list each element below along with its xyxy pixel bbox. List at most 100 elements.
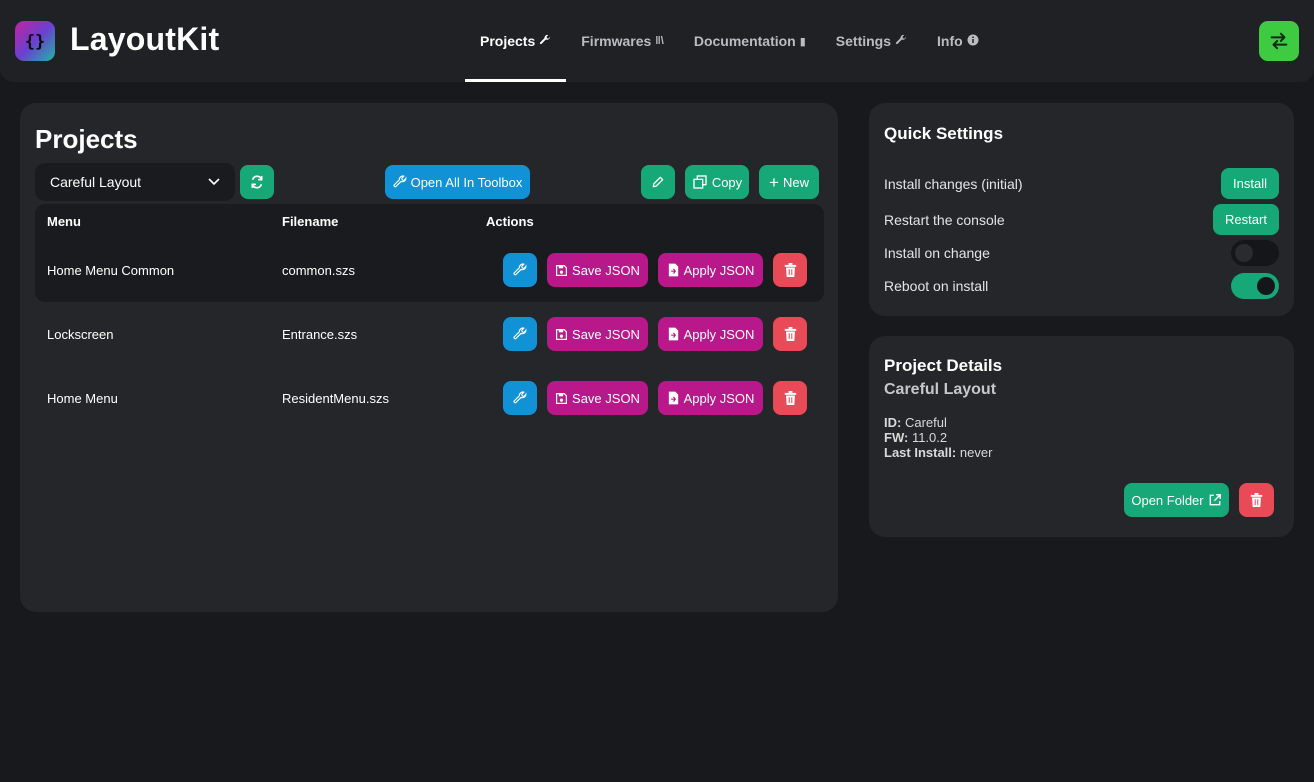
apply-json-button[interactable]: Apply JSON (658, 317, 763, 351)
quick-settings-panel: Quick Settings Install changes (initial)… (869, 103, 1294, 316)
project-id-key: ID: (884, 415, 902, 430)
row-filename: Entrance.szs (282, 326, 358, 342)
install-on-change-label: Install on change (884, 245, 990, 261)
nav-settings-label: Settings (835, 33, 892, 49)
install-button[interactable]: Install (1221, 168, 1279, 199)
wrench-icon (513, 391, 527, 404)
table-row: Home Menu ResidentMenu.szs Save JSON App… (35, 366, 824, 430)
external-link-icon (1209, 494, 1221, 506)
table-row: Lockscreen Entrance.szs Save JSON Apply … (35, 302, 824, 366)
project-id-line: ID: Careful (884, 415, 947, 430)
floppy-disk-icon (556, 392, 568, 404)
save-json-label: Save JSON (572, 262, 640, 278)
project-last-install-key: Last Install: (884, 445, 957, 460)
row-actions: Save JSON Apply JSON (503, 253, 807, 287)
file-import-icon (668, 263, 678, 277)
apply-json-label: Apply JSON (683, 390, 755, 406)
project-fw-value: 11.0.2 (911, 430, 948, 445)
trash-icon (784, 263, 796, 277)
pencil-icon (652, 176, 664, 188)
delete-layout-button[interactable] (773, 317, 807, 351)
restart-button-label: Restart (1225, 212, 1267, 227)
row-menu: Lockscreen (47, 326, 114, 342)
open-all-in-toolbox-button[interactable]: Open All In Toolbox (385, 165, 530, 199)
projects-title: Projects (35, 124, 138, 154)
wrench-icon (513, 263, 527, 276)
nav-documentation[interactable]: Documentation ▮ (679, 0, 821, 82)
delete-project-button[interactable] (1239, 483, 1274, 517)
apply-json-label: Apply JSON (683, 326, 755, 342)
nav-projects-label: Projects (480, 33, 536, 49)
refresh-button[interactable] (240, 165, 274, 199)
file-import-icon (668, 391, 678, 405)
trash-icon (1250, 493, 1263, 507)
row-actions: Save JSON Apply JSON (503, 317, 807, 351)
reboot-on-install-toggle[interactable] (1231, 273, 1279, 299)
file-import-icon (668, 327, 678, 341)
project-select-value: Careful Layout (50, 174, 142, 190)
layoutkit-logo: {} (15, 21, 55, 61)
project-select[interactable]: Careful Layout (35, 163, 235, 201)
new-label: New (782, 174, 809, 190)
copy-icon (693, 175, 707, 189)
edit-layout-button[interactable] (503, 253, 537, 287)
save-json-button[interactable]: Save JSON (547, 253, 648, 287)
new-project-button[interactable]: + New (759, 165, 819, 199)
apply-json-button[interactable]: Apply JSON (658, 381, 763, 415)
sync-button[interactable] (1259, 21, 1299, 61)
restart-console-row: Restart the console Restart (884, 204, 1279, 235)
reboot-on-install-row: Reboot on install (884, 273, 1279, 299)
project-details-title: Project Details (884, 356, 1003, 375)
nav-firmwares-label: Firmwares (581, 33, 652, 49)
table-row: Home Menu Common common.szs Save JSON Ap… (35, 238, 824, 302)
wrench-icon (393, 175, 407, 188)
column-header-menu: Menu (47, 213, 81, 229)
quick-settings-title: Quick Settings (884, 124, 1004, 143)
restart-button[interactable]: Restart (1213, 204, 1279, 235)
open-all-label: Open All In Toolbox (410, 174, 523, 190)
app-title: LayoutKit (70, 21, 220, 57)
apply-json-label: Apply JSON (683, 262, 755, 278)
edit-layout-button[interactable] (503, 381, 537, 415)
row-menu: Home Menu Common (47, 262, 175, 278)
plus-icon: + (769, 172, 779, 192)
project-id-value: Careful (904, 415, 947, 430)
row-filename: common.szs (282, 262, 355, 278)
copy-label: Copy (711, 174, 743, 190)
install-changes-row: Install changes (initial) Install (884, 168, 1279, 199)
nav-projects[interactable]: Projects (465, 0, 567, 82)
project-last-install-value: never (959, 445, 993, 460)
open-folder-label: Open Folder (1131, 492, 1204, 508)
restart-console-label: Restart the console (884, 211, 1005, 228)
trash-icon (784, 327, 796, 341)
project-fw-line: FW: 11.0.2 (884, 430, 947, 445)
nav-info-label: Info (937, 33, 963, 49)
nav-settings[interactable]: Settings (821, 0, 922, 82)
delete-layout-button[interactable] (773, 381, 807, 415)
copy-project-button[interactable]: Copy (685, 165, 749, 199)
nav-firmwares[interactable]: Firmwares ‖\ (566, 0, 679, 82)
top-navbar: {} LayoutKit Projects Firmwares ‖\ Docum… (0, 0, 1314, 82)
project-details-panel: Project Details Careful Layout ID: Caref… (869, 336, 1294, 537)
apply-json-button[interactable]: Apply JSON (658, 253, 763, 287)
chevron-down-icon (208, 178, 220, 186)
book-icon: ▮ (799, 35, 806, 48)
row-menu: Home Menu (47, 390, 118, 406)
rename-project-button[interactable] (641, 165, 675, 199)
delete-layout-button[interactable] (773, 253, 807, 287)
install-on-change-row: Install on change (884, 240, 1279, 266)
project-details-name: Careful Layout (884, 381, 997, 398)
wrench-icon (539, 34, 551, 49)
open-folder-button[interactable]: Open Folder (1124, 483, 1229, 517)
books-icon: ‖\ (655, 35, 664, 47)
install-on-change-toggle[interactable] (1231, 240, 1279, 266)
nav-info[interactable]: Info (922, 0, 994, 82)
save-json-button[interactable]: Save JSON (547, 317, 648, 351)
floppy-disk-icon (556, 264, 568, 276)
trash-icon (784, 391, 796, 405)
floppy-disk-icon (556, 328, 568, 340)
info-icon (967, 34, 979, 49)
nav-documentation-label: Documentation (693, 33, 796, 49)
save-json-button[interactable]: Save JSON (547, 381, 648, 415)
edit-layout-button[interactable] (503, 317, 537, 351)
